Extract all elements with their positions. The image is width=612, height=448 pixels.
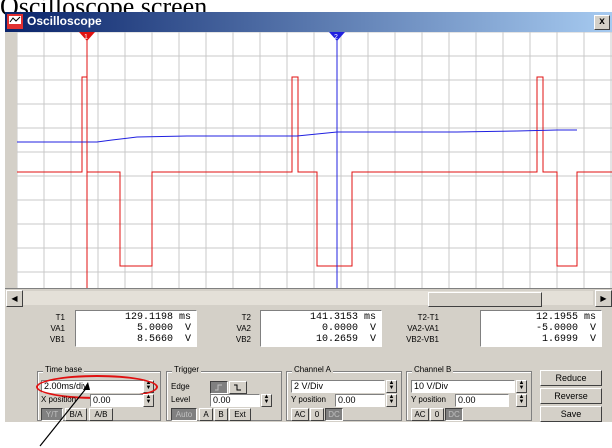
channel-a-zero-button[interactable]: 0 <box>310 408 324 421</box>
va2-label: VA2 <box>236 324 251 333</box>
t1-value: 129.1198 ms <box>124 312 191 323</box>
trigger-a-button[interactable]: A <box>199 408 213 421</box>
rising-edge-button[interactable] <box>210 381 228 394</box>
x-position-spinner[interactable]: ▲ ▼ <box>143 394 154 407</box>
save-button[interactable]: Save <box>540 406 602 422</box>
level-field[interactable]: 0.00 <box>210 394 260 407</box>
cursor-2-readout: 141.3153 ms 0.0000 V 10.2659 V <box>260 310 382 347</box>
horizontal-scrollbar[interactable]: ◀ ▶ <box>5 288 612 307</box>
delta-readout: 12.1955 ms -5.0000 V 1.6999 V <box>480 310 602 347</box>
channel-b-scale-field[interactable]: 10 V/Div <box>411 380 515 393</box>
dva-value: -5.0000 V <box>535 323 596 334</box>
dva-label: VA2-VA1 <box>407 324 439 333</box>
channel-b-ac-button[interactable]: AC <box>411 408 429 421</box>
cursor-1-readout: 129.1198 ms 5.0000 V 8.5660 V <box>75 310 197 347</box>
reduce-button[interactable]: Reduce <box>540 370 602 386</box>
channel-b-ypos-field[interactable]: 0.00 <box>455 394 509 407</box>
vb1-value: 8.5660 V <box>136 334 191 345</box>
close-button[interactable]: x <box>594 15 610 30</box>
rising-edge-icon <box>215 384 222 391</box>
oscilloscope-screen: 1 2 <box>17 32 612 296</box>
level-label: Level <box>171 395 191 404</box>
scroll-thumb[interactable] <box>428 292 542 307</box>
va1-value: 5.0000 V <box>136 323 191 334</box>
scroll-right-button[interactable]: ▶ <box>595 290 612 307</box>
oscilloscope-window: Oscilloscope x 1 2 ◀ ▶ T1 VA1 VB1 129.11… <box>5 12 612 422</box>
channel-a-scale-field[interactable]: 2 V/Div <box>291 380 385 393</box>
t2-label: T2 <box>241 313 251 322</box>
trigger-title: Trigger <box>172 365 202 374</box>
t2-value: 141.3153 ms <box>309 312 376 323</box>
channel-a-ypos-label: Y position <box>291 395 326 404</box>
channel-b-title: Channel B <box>412 365 454 374</box>
falling-edge-icon <box>234 384 241 391</box>
oscilloscope-app-icon <box>7 14 23 29</box>
channel-b-zero-button[interactable]: 0 <box>430 408 444 421</box>
channel-b-scale-spinner[interactable]: ▲ ▼ <box>516 380 527 393</box>
channel-a-ac-button[interactable]: AC <box>291 408 309 421</box>
vb2-label: VB2 <box>235 335 251 344</box>
title-bar[interactable]: Oscilloscope x <box>5 12 612 32</box>
dvb-value: 1.6999 V <box>541 334 596 345</box>
cursor-1-label: 1 <box>84 34 88 41</box>
dt-value: 12.1955 ms <box>535 312 596 323</box>
annotation-arrow-icon <box>39 382 90 447</box>
level-spinner[interactable]: ▲ ▼ <box>261 394 272 407</box>
grid-lines <box>17 32 612 296</box>
dt-label: T2-T1 <box>417 313 439 322</box>
vb2-value: 10.2659 V <box>315 334 376 345</box>
channel-a-scale-spinner[interactable]: ▲ ▼ <box>386 380 397 393</box>
time-base-title: Time base <box>43 365 85 374</box>
vb1-label: VB1 <box>49 335 65 344</box>
cursor-2-label: 2 <box>334 34 338 41</box>
va1-label: VA1 <box>50 324 65 333</box>
falling-edge-button[interactable] <box>229 381 247 394</box>
channel-b-ypos-spinner[interactable]: ▲ ▼ <box>516 394 527 407</box>
channel-a-title: Channel A <box>292 365 333 374</box>
scroll-left-button[interactable]: ◀ <box>6 290 23 307</box>
channel-a-ypos-spinner[interactable]: ▲ ▼ <box>386 394 397 407</box>
channel-a-dc-button[interactable]: DC <box>325 408 343 421</box>
trigger-auto-button[interactable]: Auto <box>171 408 197 421</box>
trigger-ext-button[interactable]: Ext <box>229 408 251 421</box>
va2-value: 0.0000 V <box>321 323 376 334</box>
channel-b-dc-button[interactable]: DC <box>445 408 463 421</box>
channel-b-trace <box>17 129 577 143</box>
channel-a-ypos-field[interactable]: 0.00 <box>335 394 385 407</box>
window-title: Oscilloscope <box>27 14 102 28</box>
channel-b-ypos-label: Y position <box>411 395 446 404</box>
t1-label: T1 <box>55 313 65 322</box>
waveform-display: 1 2 <box>17 32 612 296</box>
dvb-label: VB2-VB1 <box>406 335 439 344</box>
reverse-button[interactable]: Reverse <box>540 388 602 404</box>
trigger-b-button[interactable]: B <box>214 408 228 421</box>
edge-label: Edge <box>171 382 190 391</box>
scroll-track[interactable] <box>23 291 593 307</box>
